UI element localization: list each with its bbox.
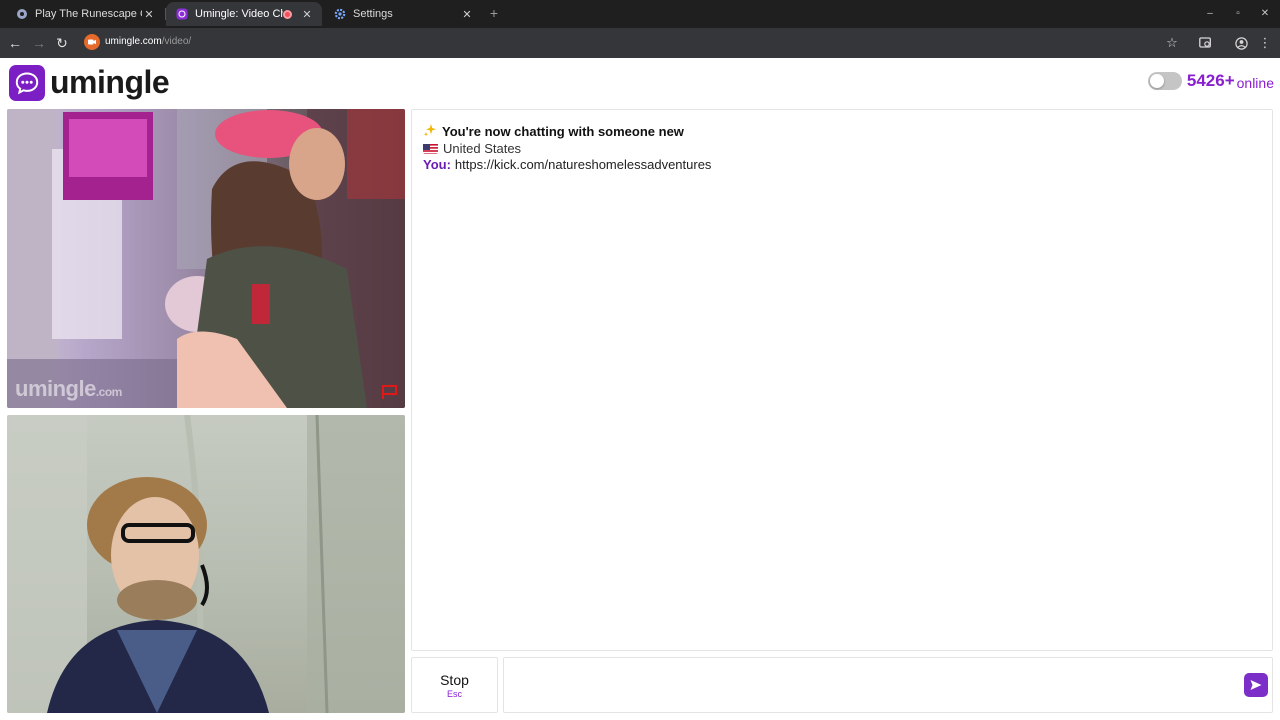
stranger-video-frame [7,109,405,408]
sparkles-icon [423,123,437,140]
browser-tabstrip: Play The Runescape Cras ✕ Umingle: Video… [0,0,1280,28]
chat-country: United States [443,141,522,156]
window-close-icon[interactable]: ✕ [1255,4,1275,22]
menu-kebab-icon[interactable]: ⋮ [1256,34,1274,52]
back-icon[interactable]: ← [5,33,25,53]
online-count: 5426+ [1186,71,1235,90]
stop-button[interactable]: Stop Esc [411,657,498,713]
close-icon[interactable]: ✕ [142,7,156,21]
tab-search-icon[interactable] [1196,34,1214,52]
chat-country-line: United States [423,141,521,156]
chat-bubble-icon [9,64,45,101]
umingle-icon [176,8,188,20]
minimize-icon[interactable]: – [1200,4,1220,22]
url-path: /video/ [161,36,192,47]
site-info-icon[interactable] [84,34,100,50]
self-video-frame [7,415,405,713]
report-flag-icon[interactable] [381,384,399,400]
chat-message: You: https://kick.com/natureshomelessadv… [423,157,711,172]
send-button[interactable] [1244,673,1268,697]
tab-title: Play The Runescape Cras [35,8,142,20]
url-host: umingle.com [105,36,162,47]
address-bar[interactable]: umingle.com/video/ [105,36,191,47]
tab-title: Umingle: Video Chat [195,8,283,20]
bookmark-star-icon[interactable]: ☆ [1163,34,1181,52]
send-arrow-icon [1250,680,1262,690]
message-input[interactable] [503,657,1273,713]
online-label: online [1236,75,1274,91]
recording-icon [283,9,292,19]
profile-icon[interactable] [1232,34,1250,52]
close-icon[interactable]: ✕ [300,7,314,21]
logo-wordmark: umingle [50,64,170,100]
watermark-suffix: .com [95,385,123,399]
gear-icon [334,8,346,20]
tab-settings[interactable]: Settings ✕ [324,2,482,26]
stop-label: Stop [440,671,469,688]
theme-toggle[interactable] [1147,72,1182,90]
watermark-name: umingle [15,376,96,401]
stop-shortcut-hint: Esc [446,688,462,699]
us-flag-icon [423,143,438,154]
video-watermark: umingle.com [15,376,122,402]
new-tab-button[interactable]: + [486,5,502,21]
message-text[interactable]: https://kick.com/natureshomelessadventur… [455,157,712,172]
site-logo[interactable]: umingle [9,64,170,101]
chat-status-line: You're now chatting with someone new [423,123,684,140]
browser-toolbar: ← → ↻ umingle.com/video/ ☆ ⋮ [0,28,1280,58]
runescape-icon [16,8,28,20]
self-video [7,415,405,713]
stranger-video: umingle.com [7,109,405,408]
message-sender: You: [423,157,451,172]
tab-title: Settings [353,8,393,20]
chat-log: You're now chatting with someone new Uni… [411,109,1273,651]
online-indicator: 5426+ online [1147,71,1274,91]
chat-status-text: You're now chatting with someone new [442,124,684,139]
tab-runescape[interactable]: Play The Runescape Cras ✕ [6,2,164,26]
tab-umingle[interactable]: Umingle: Video Chat ✕ [166,2,322,26]
reload-icon[interactable]: ↻ [52,33,72,53]
toggle-knob [1149,74,1164,88]
forward-icon[interactable]: → [29,33,49,53]
maximize-icon[interactable]: ▫ [1228,4,1248,22]
close-icon[interactable]: ✕ [460,7,474,21]
